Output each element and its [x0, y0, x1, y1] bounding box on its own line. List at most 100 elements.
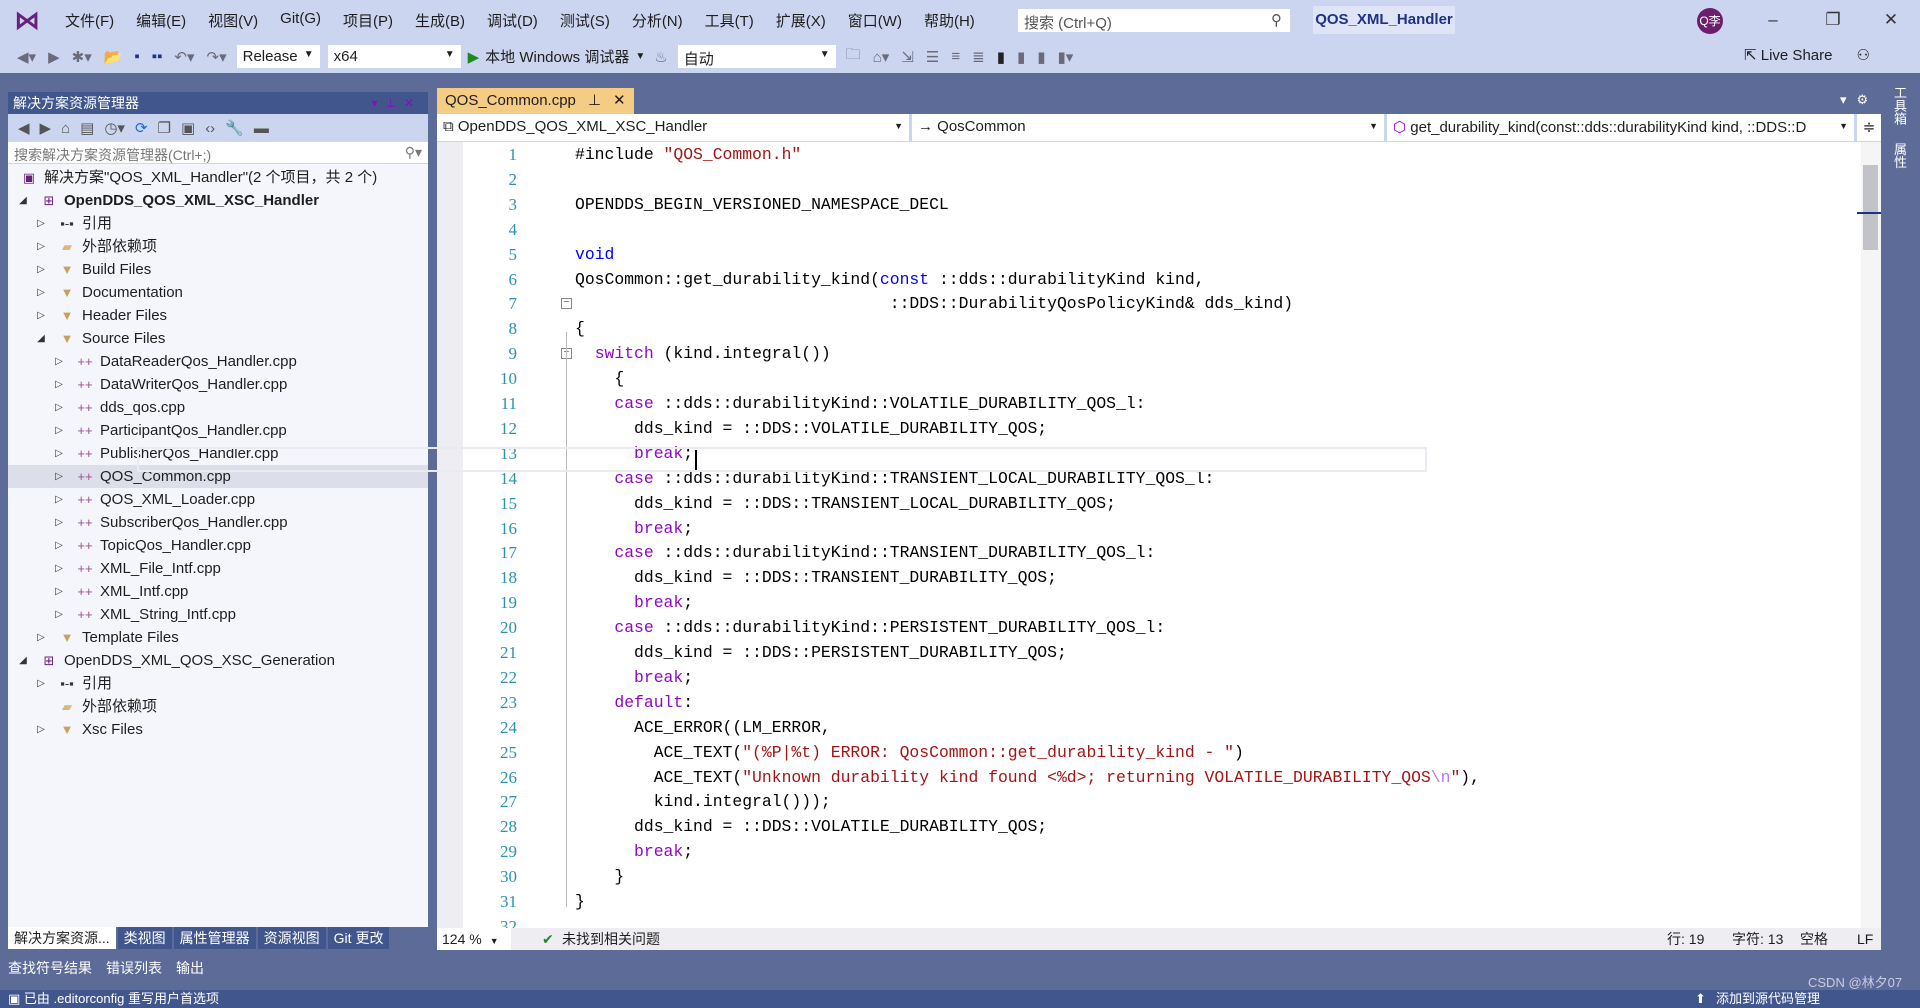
code-line[interactable]: default:	[575, 690, 693, 715]
side-tab[interactable]: 解决方案资源...	[8, 927, 116, 949]
minimize-button[interactable]: –	[1750, 6, 1796, 34]
collapsed-arrow-icon[interactable]: ▷	[34, 718, 48, 741]
code-line[interactable]: switch (kind.integral())	[575, 341, 831, 366]
tree-item[interactable]: ▷ ++ TopicQos_Handler.cpp	[8, 534, 428, 557]
collapsed-arrow-icon[interactable]: ▷	[52, 350, 66, 373]
code-view-icon[interactable]: ‹›	[205, 120, 215, 137]
collapsed-arrow-icon[interactable]: ▷	[34, 626, 48, 649]
code-line[interactable]: OPENDDS_BEGIN_VERSIONED_NAMESPACE_DECL	[575, 192, 949, 217]
chevron-down-icon[interactable]: ▼	[635, 51, 645, 62]
tree-item[interactable]: ▷ ▼ Build Files	[8, 258, 428, 281]
menu-item[interactable]: 生成(B)	[404, 10, 476, 31]
forward-icon[interactable]: ▶	[40, 119, 52, 137]
solution-search-input[interactable]: 搜索解决方案资源管理器(Ctrl+;) ⚲▾	[8, 142, 428, 164]
code-line[interactable]: {	[575, 366, 624, 391]
tree-item[interactable]: ◢ ⊞ OpenDDS_XML_QOS_XSC_Generation	[8, 649, 428, 672]
expanded-arrow-icon[interactable]: ◢	[16, 189, 30, 212]
tree-item[interactable]: ▷ ++ QOS_XML_Loader.cpp	[8, 488, 428, 511]
tree-item[interactable]: ▷ ++ dds_qos.cpp	[8, 396, 428, 419]
indent-mode[interactable]: 空格	[1800, 928, 1828, 950]
browser-icon[interactable]: ⌂▾	[870, 48, 893, 66]
menu-item[interactable]: 扩展(X)	[765, 10, 837, 31]
home-icon[interactable]: ⌂	[61, 120, 70, 137]
menu-item[interactable]: 视图(V)	[197, 10, 269, 31]
output-tab[interactable]: 错误列表	[106, 958, 162, 978]
menu-item[interactable]: Git(G)	[269, 10, 332, 31]
code-line[interactable]: QosCommon::get_durability_kind(const ::d…	[575, 267, 1205, 292]
collapsed-arrow-icon[interactable]: ▷	[52, 534, 66, 557]
tree-item[interactable]: ▷ ▪-▪ 引用	[8, 212, 428, 235]
code-line[interactable]: dds_kind = ::DDS::TRANSIENT_DURABILITY_Q…	[575, 565, 1057, 590]
collapsed-arrow-icon[interactable]: ▷	[34, 212, 48, 235]
clear-bookmarks-icon[interactable]: ▮▾	[1054, 48, 1076, 66]
find-in-files-icon[interactable]: 🗀	[843, 44, 864, 69]
side-tab[interactable]: Git 更改	[327, 927, 390, 949]
collapsed-arrow-icon[interactable]: ▷	[52, 603, 66, 626]
open-folder-icon[interactable]: 📂	[101, 48, 126, 66]
tree-item[interactable]: ▷ ▼ Header Files	[8, 304, 428, 327]
toolbox-tab[interactable]: 工具箱	[1892, 86, 1907, 125]
live-share-button[interactable]: ⇱ Live Share ⚇	[1744, 46, 1870, 64]
redo-icon[interactable]: ↷▾	[204, 48, 230, 66]
collapsed-arrow-icon[interactable]: ▷	[52, 465, 66, 488]
menu-item[interactable]: 分析(N)	[621, 10, 694, 31]
code-line[interactable]: dds_kind = ::DDS::PERSISTENT_DURABILITY_…	[575, 640, 1067, 665]
tree-item[interactable]: ▷ ++ XML_String_Intf.cpp	[8, 603, 428, 626]
code-line[interactable]: ACE_TEXT("Unknown durability kind found …	[575, 765, 1480, 790]
menu-item[interactable]: 编辑(E)	[125, 10, 197, 31]
code-line[interactable]: dds_kind = ::DDS::TRANSIENT_LOCAL_DURABI…	[575, 491, 1116, 516]
properties-wrench-icon[interactable]: 🔧	[225, 119, 244, 137]
step-icon[interactable]: ⇲	[898, 48, 917, 66]
avatar[interactable]: Q李	[1697, 8, 1723, 34]
tree-item[interactable]: ▷ ++ XML_Intf.cpp	[8, 580, 428, 603]
back-icon[interactable]: ◀▾	[14, 48, 39, 66]
line-ending[interactable]: LF	[1857, 928, 1873, 950]
scrollbar-thumb[interactable]	[1863, 165, 1878, 250]
code-line[interactable]: }	[575, 864, 624, 889]
collapsed-arrow-icon[interactable]: ▷	[34, 304, 48, 327]
code-line[interactable]: case ::dds::durabilityKind::TRANSIENT_DU…	[575, 540, 1155, 565]
save-icon[interactable]: ▪	[131, 48, 142, 65]
code-line[interactable]: dds_kind = ::DDS::VOLATILE_DURABILITY_QO…	[575, 416, 1047, 441]
issues-status[interactable]: 未找到相关问题	[562, 928, 660, 950]
pending-changes-icon[interactable]: ◷▾	[104, 119, 125, 137]
code-line[interactable]: break;	[575, 665, 693, 690]
new-project-icon[interactable]: ✱▾	[69, 48, 95, 66]
code-line[interactable]: {	[575, 316, 585, 341]
bookmark-icon[interactable]: ▮	[994, 48, 1008, 66]
indent-icon[interactable]: ☰	[923, 48, 942, 66]
add-to-source-control[interactable]: 添加到源代码管理	[1716, 990, 1820, 1008]
split-icon[interactable]: ≑	[1857, 114, 1881, 141]
undo-icon[interactable]: ↶▾	[171, 48, 197, 66]
sync-icon[interactable]: ⟳	[135, 119, 148, 137]
code-line[interactable]: break;	[575, 590, 693, 615]
show-all-files-icon[interactable]: ▣	[181, 119, 195, 137]
class-nav-dropdown[interactable]: → QosCommon ▼	[912, 114, 1387, 142]
forward-icon[interactable]: ▶	[45, 48, 63, 66]
code-line[interactable]: kind.integral()));	[575, 789, 831, 814]
tree-item[interactable]: ▷ ++ DataWriterQos_Handler.cpp	[8, 373, 428, 396]
tree-item[interactable]: ◢ ⊞ OpenDDS_QOS_XML_XSC_Handler	[8, 189, 428, 212]
restore-button[interactable]: ❐	[1810, 6, 1856, 34]
collapsed-arrow-icon[interactable]: ▷	[52, 396, 66, 419]
uncomment-icon[interactable]: ≣	[969, 48, 988, 66]
hot-reload-icon[interactable]: ♨	[651, 48, 670, 66]
menu-item[interactable]: 调试(D)	[476, 10, 549, 31]
run-debugger-button[interactable]: 本地 Windows 调试器	[485, 46, 629, 67]
back-icon[interactable]: ◀	[18, 119, 30, 137]
zoom-dropdown[interactable]: 124 % ▼	[437, 928, 511, 950]
play-icon[interactable]: ▶	[468, 48, 480, 66]
search-input[interactable]: 搜索 (Ctrl+Q) ⚲	[1017, 8, 1291, 33]
collapse-toggle-icon[interactable]: −	[561, 298, 572, 310]
preview-icon[interactable]: ▬	[254, 120, 269, 137]
code-line[interactable]: }	[575, 889, 585, 914]
tab-qos-common-cpp[interactable]: QOS_Common.cpp ⊥ ✕	[437, 88, 634, 114]
menu-item[interactable]: 窗口(W)	[837, 10, 913, 31]
tree-item[interactable]: ▷ ▪-▪ 引用	[8, 672, 428, 695]
collapse-all-icon[interactable]: ❐	[158, 119, 171, 137]
collapsed-arrow-icon[interactable]: ▷	[52, 373, 66, 396]
tab-overflow-controls[interactable]: ▾⚙	[1840, 92, 1878, 108]
close-icon[interactable]: ✕	[613, 88, 626, 114]
tree-item[interactable]: ▰ 外部依赖项	[8, 695, 428, 718]
side-tab[interactable]: 属性管理器	[173, 927, 256, 949]
